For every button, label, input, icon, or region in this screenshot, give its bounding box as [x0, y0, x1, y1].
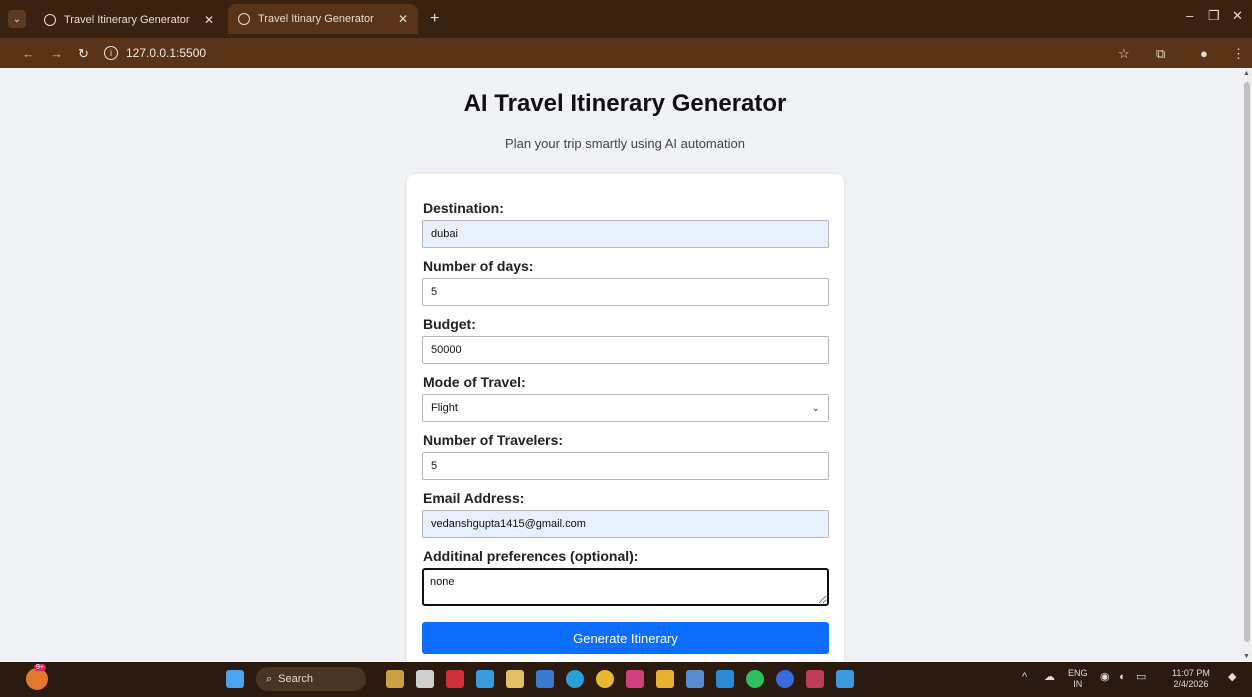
clock[interactable]: 11:07 PM 2/4/2026	[1172, 668, 1210, 690]
taskbar-app-icon[interactable]	[536, 670, 554, 688]
scroll-down-icon[interactable]: ▼	[1243, 653, 1250, 660]
language-code: ENG	[1068, 668, 1088, 678]
extensions-icon[interactable]: ⧉	[1156, 46, 1165, 62]
page-subtitle: Plan your trip smartly using AI automati…	[505, 136, 745, 151]
windows-taskbar: 9+ ⌕ Search ^ ☁ ENG IN ◉ ◖ ▭ 11:07 PM 2/…	[0, 662, 1252, 697]
widgets-icon[interactable]: 9+	[26, 664, 48, 690]
globe-icon	[44, 14, 56, 26]
file-explorer-icon[interactable]	[656, 670, 674, 688]
restore-icon[interactable]: ❐	[1208, 8, 1220, 24]
close-window-icon[interactable]: ✕	[1232, 8, 1243, 24]
start-icon[interactable]	[226, 670, 244, 688]
wifi-icon[interactable]: ◉	[1100, 672, 1110, 683]
minimize-icon[interactable]: –	[1186, 8, 1193, 23]
tray-overflow-icon[interactable]: ^	[1022, 672, 1027, 683]
page-title: AI Travel Itinerary Generator	[463, 90, 787, 117]
mode-selected-value: Flight	[431, 402, 458, 414]
clock-date: 2/4/2026	[1173, 679, 1209, 689]
search-label: Search	[278, 673, 314, 685]
close-tab-icon[interactable]: ✕	[398, 12, 408, 26]
itinerary-form: Destination: Number of days: Budget: Mod…	[407, 174, 844, 662]
browser-tab-bar: ⌄ Travel Itinerary Generator ✕ Travel It…	[0, 0, 1252, 38]
photos-icon[interactable]	[836, 670, 854, 688]
tab-title: Travel Itinerary Generator	[64, 14, 190, 26]
travelers-input[interactable]	[422, 452, 829, 480]
taskbar-app-icon[interactable]	[386, 670, 404, 688]
close-tab-icon[interactable]: ✕	[204, 13, 214, 27]
edge-icon[interactable]	[566, 670, 584, 688]
store-icon[interactable]	[506, 670, 524, 688]
search-icon: ⌕	[266, 672, 273, 685]
browser-tab[interactable]: Travel Itinerary Generator ✕	[34, 6, 224, 34]
email-label: Email Address:	[423, 490, 525, 506]
budget-input[interactable]	[422, 336, 829, 364]
tab-search-icon[interactable]: ⌄	[8, 10, 26, 28]
destination-label: Destination:	[423, 200, 504, 216]
notepad-icon[interactable]	[686, 670, 704, 688]
notification-badge: 9+	[34, 664, 46, 671]
task-view-icon[interactable]	[416, 670, 434, 688]
days-label: Number of days:	[423, 258, 534, 274]
url-field[interactable]: i 127.0.0.1:5500	[104, 42, 1104, 64]
preferences-textarea[interactable]: none	[422, 568, 829, 606]
address-bar: ← → ↻ i 127.0.0.1:5500 ☆ ⧉ ● ⋮	[0, 38, 1252, 68]
volume-icon[interactable]: ◖	[1118, 672, 1125, 683]
budget-label: Budget:	[423, 316, 476, 332]
tab-title: Travel Itinary Generator	[258, 13, 374, 25]
bookmark-star-icon[interactable]: ☆	[1118, 46, 1130, 62]
taskbar-app-icon[interactable]	[476, 670, 494, 688]
mode-select[interactable]: Flight ⌄	[422, 394, 829, 422]
site-info-icon[interactable]: i	[104, 46, 118, 60]
taskbar-search[interactable]: ⌕ Search	[256, 667, 366, 691]
region-code: IN	[1073, 679, 1083, 689]
chrome-icon[interactable]	[596, 670, 614, 688]
language-indicator[interactable]: ENG IN	[1068, 668, 1088, 690]
scrollbar-thumb[interactable]	[1244, 82, 1250, 642]
email-input[interactable]	[422, 510, 829, 538]
travelers-label: Number of Travelers:	[423, 432, 564, 448]
browser-tab-active[interactable]: Travel Itinary Generator ✕	[228, 4, 418, 34]
mode-label: Mode of Travel:	[423, 374, 526, 390]
destination-input[interactable]	[422, 220, 829, 248]
taskbar-app-icon[interactable]	[776, 670, 794, 688]
url-text: 127.0.0.1:5500	[126, 46, 207, 60]
forward-icon[interactable]: →	[50, 46, 63, 61]
instagram-icon[interactable]	[626, 670, 644, 688]
generate-itinerary-button[interactable]: Generate Itinerary	[422, 622, 829, 654]
reload-icon[interactable]: ↻	[78, 46, 89, 62]
page-content: AI Travel Itinerary Generator Plan your …	[0, 68, 1242, 662]
profile-avatar-icon[interactable]: ●	[1200, 46, 1208, 61]
back-icon[interactable]: ←	[22, 46, 35, 61]
spotify-icon[interactable]	[746, 670, 764, 688]
vscode-icon[interactable]	[716, 670, 734, 688]
page-scrollbar[interactable]: ▲ ▼	[1242, 68, 1252, 662]
taskbar-app-icon[interactable]	[806, 670, 824, 688]
chevron-down-icon: ⌄	[811, 402, 820, 414]
browser-menu-icon[interactable]: ⋮	[1232, 46, 1245, 62]
notification-bell-icon[interactable]: ◆	[1228, 672, 1236, 683]
battery-icon[interactable]: ▭	[1136, 672, 1146, 683]
preferences-label: Additinal preferences (optional):	[423, 548, 639, 564]
days-input[interactable]	[422, 278, 829, 306]
scroll-up-icon[interactable]: ▲	[1243, 70, 1250, 77]
new-tab-icon[interactable]: +	[430, 10, 439, 28]
globe-icon	[238, 13, 250, 25]
onedrive-icon[interactable]: ☁	[1044, 672, 1055, 683]
clock-time: 11:07 PM	[1172, 668, 1210, 678]
taskbar-app-icon[interactable]	[446, 670, 464, 688]
